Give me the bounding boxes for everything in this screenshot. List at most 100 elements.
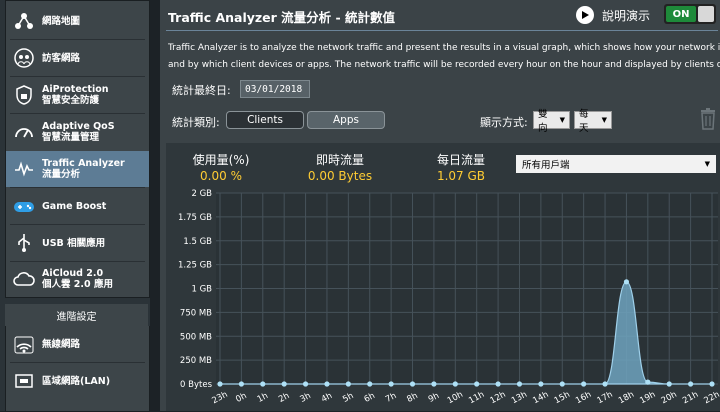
usb-icon — [12, 231, 36, 255]
x-tick-label: 20h — [660, 390, 679, 406]
data-point — [452, 381, 458, 387]
title-divider — [166, 30, 718, 31]
data-point — [581, 381, 587, 387]
sidebar-item-label: Adaptive QoS — [42, 121, 115, 132]
y-tick-label: 750 MB — [180, 308, 212, 318]
help-demo-label: 說明演示 — [602, 8, 651, 23]
play-icon[interactable] — [576, 6, 594, 24]
client-select-value: 所有用戶端 — [522, 160, 570, 171]
x-tick-label: 15h — [553, 390, 572, 406]
sidebar-item-label: 無線網路 — [42, 338, 81, 350]
apps-tab[interactable]: Apps — [307, 111, 385, 129]
help-demo[interactable]: 說明演示 — [576, 6, 650, 24]
cloud-icon — [12, 267, 36, 291]
sidebar-item-label: 訪客網路 — [42, 52, 81, 64]
data-point — [367, 381, 373, 387]
sidebar-item-label-group: AiCloud 2.0 個人雲 2.0 應用 — [42, 268, 113, 290]
x-tick-label: 5h — [341, 391, 355, 405]
advanced-menu: 無線網路 區域網路(LAN) — [5, 326, 150, 412]
period-select[interactable]: 每天 ▼ — [574, 109, 612, 134]
x-tick-label: 3h — [298, 391, 312, 405]
page-title: Traffic Analyzer 流量分析 - 統計數值 — [168, 10, 396, 25]
sidebar-item-sublabel: 個人雲 2.0 應用 — [42, 279, 113, 290]
sidebar-item-wireless[interactable]: 無線網路 — [6, 326, 149, 362]
x-tick-label: 11h — [467, 390, 486, 406]
sidebar-item-aiprotection[interactable]: AiProtection 智慧安全防護 — [6, 77, 149, 113]
data-point — [474, 381, 480, 387]
x-tick-label: 19h — [638, 390, 657, 406]
shield-icon — [12, 83, 36, 107]
data-point — [623, 279, 630, 285]
chart-panel: 使用量(%) 0.00 % 即時流量 0.00 Bytes 每日流量 1.07 … — [166, 143, 720, 411]
sidebar-item-label-group: Traffic Analyzer 流量分析 — [42, 158, 125, 180]
y-tick-label: 1.5 GB — [183, 237, 212, 247]
x-tick-label: 18h — [617, 390, 636, 406]
x-tick-label: 13h — [510, 390, 529, 406]
description-line: Traffic Analyzer is to analyze the netwo… — [168, 43, 720, 53]
chevron-down-icon: ▼ — [601, 116, 607, 124]
sidebar-item-label: Game Boost — [42, 200, 107, 212]
x-tick-label: 2h — [277, 391, 291, 405]
gamepad-icon — [12, 194, 36, 218]
data-point — [602, 381, 608, 387]
sidebar-item-traffic-analyzer[interactable]: Traffic Analyzer 流量分析 — [6, 151, 149, 187]
data-point — [281, 381, 287, 387]
sidebar-item-network-map[interactable]: 網路地圖 — [6, 3, 149, 39]
sidebar-item-label: 網路地圖 — [42, 15, 81, 27]
y-tick-label: 250 MB — [180, 356, 212, 366]
x-tick-label: 7h — [384, 391, 398, 405]
sidebar-item-label: 區域網路(LAN) — [42, 375, 111, 387]
client-select[interactable]: 所有用戶端 ▼ — [516, 155, 716, 173]
lan-icon — [12, 369, 36, 393]
sidebar-item-label-group: Adaptive QoS 智慧流量管理 — [42, 121, 115, 143]
sidebar-item-game-boost[interactable]: Game Boost — [6, 188, 149, 224]
x-tick-label: 23h — [210, 390, 229, 406]
data-point — [388, 381, 394, 387]
wifi-icon — [12, 332, 36, 356]
y-tick-label: 1 GB — [191, 285, 212, 295]
data-point — [516, 381, 523, 387]
data-point — [238, 381, 244, 387]
period-select-value: 每天 — [579, 109, 589, 134]
sidebar-item-adaptive-qos[interactable]: Adaptive QoS 智慧流量管理 — [6, 114, 149, 150]
main-panel: Traffic Analyzer 流量分析 - 統計數值 說明演示 ON Tra… — [160, 0, 720, 411]
y-tick-label: 0 Bytes — [180, 380, 213, 390]
sidebar-item-label: Traffic Analyzer — [42, 158, 125, 169]
x-tick-label: 14h — [531, 390, 550, 406]
data-point — [645, 379, 651, 385]
x-tick-label: 1h — [256, 391, 270, 405]
sidebar-item-sublabel: 智慧安全防護 — [42, 95, 100, 106]
x-tick-label: 6h — [363, 391, 377, 405]
description: Traffic Analyzer is to analyze the netwo… — [168, 40, 720, 74]
x-tick-label: 0h — [234, 391, 248, 405]
advanced-settings-header: 進階設定 — [5, 304, 148, 327]
sidebar: 網路地圖 訪客網路 AiProtection 智慧安全防護 Adaptive Qo… — [0, 0, 150, 412]
data-point — [538, 381, 544, 387]
data-point — [666, 381, 672, 387]
guest-network-icon — [12, 46, 36, 70]
trash-icon[interactable] — [700, 108, 716, 130]
sidebar-item-label: USB 相關應用 — [42, 237, 106, 249]
x-tick-label: 10h — [446, 390, 465, 406]
clients-tab[interactable]: Clients — [226, 111, 304, 129]
sidebar-item-usb[interactable]: USB 相關應用 — [6, 225, 149, 261]
data-point — [688, 381, 694, 387]
y-tick-label: 1.25 GB — [178, 261, 212, 271]
sidebar-item-guest-network[interactable]: 訪客網路 — [6, 40, 149, 76]
sidebar-item-aicloud[interactable]: AiCloud 2.0 個人雲 2.0 應用 — [6, 261, 149, 297]
sidebar-item-lan[interactable]: 區域網路(LAN) — [6, 363, 149, 399]
traffic-analyzer-icon — [12, 157, 36, 181]
sidebar-item-label-group: AiProtection 智慧安全防護 — [42, 84, 109, 106]
direction-select-value: 雙向 — [538, 109, 548, 134]
date-field[interactable]: 03/01/2018 — [240, 80, 310, 98]
data-point — [260, 381, 266, 387]
data-point — [409, 381, 416, 387]
direction-select[interactable]: 雙向 ▼ — [533, 109, 570, 134]
x-tick-label: 22h — [702, 390, 720, 406]
data-point — [345, 381, 351, 387]
toggle-knob — [698, 6, 714, 22]
x-tick-label: 16h — [574, 390, 593, 406]
traffic-analyzer-toggle[interactable]: ON — [664, 4, 716, 24]
sidebar-item-sublabel: 流量分析 — [42, 169, 81, 180]
traffic-chart: 2 GB 1.75 GB 1.5 GB 1.25 GB 1 GB 750 MB 500 MB… — [178, 189, 720, 406]
